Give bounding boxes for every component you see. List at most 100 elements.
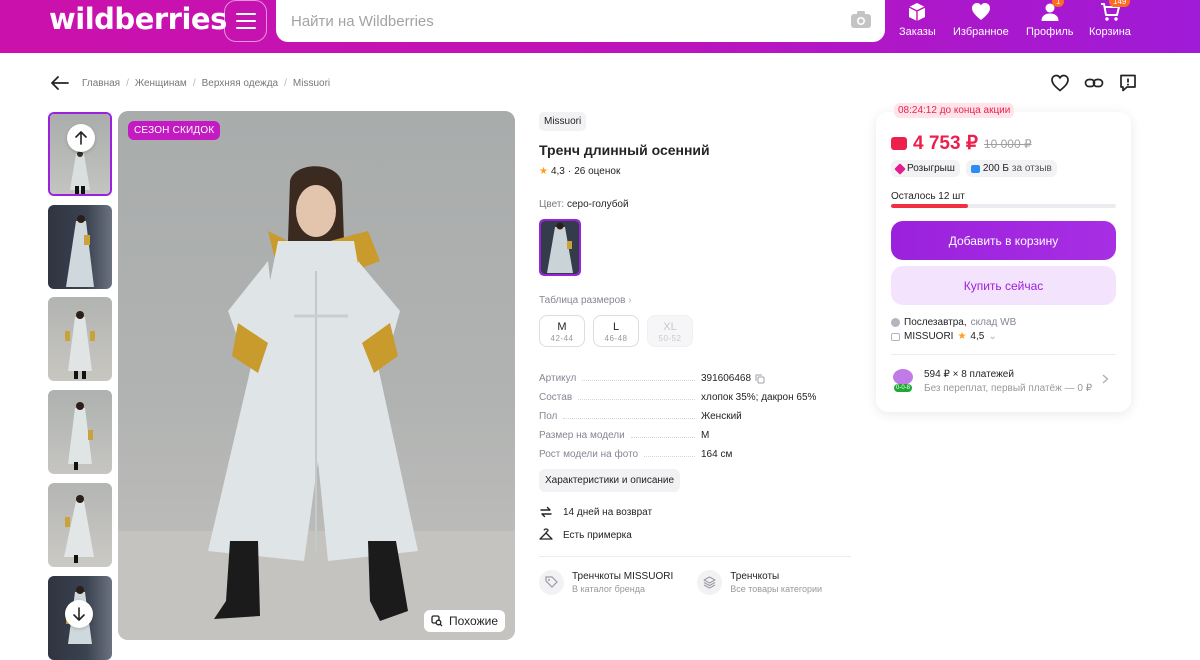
nav-profile-label: Профиль bbox=[1026, 26, 1074, 38]
nav-favorites-label: Избранное bbox=[953, 26, 1009, 38]
raffle-chip[interactable]: Розыгрыш bbox=[891, 160, 960, 177]
color-swatch[interactable] bbox=[539, 219, 581, 276]
profile-badge: 1 bbox=[1052, 0, 1065, 7]
size-selector: M 42-44 L 46-48 XL 50-52 bbox=[539, 315, 851, 347]
breadcrumb: Главная / Женщинам / Верхняя одежда / Missu… bbox=[51, 76, 330, 90]
size-option-xl: XL 50-52 bbox=[647, 315, 693, 347]
details-button[interactable]: Характеристики и описание bbox=[539, 469, 681, 492]
spec-row: Состав хлопок 35%; дакрон 65% bbox=[539, 392, 817, 403]
stock-label: Осталось 12 шт bbox=[891, 191, 965, 202]
search-bar bbox=[276, 0, 885, 42]
chevron-down-icon: ⌄ bbox=[988, 331, 997, 342]
tag-icon bbox=[545, 576, 558, 588]
breadcrumb-brand[interactable]: Missuori bbox=[293, 78, 330, 89]
raffle-icon bbox=[894, 162, 906, 175]
delivery-icon bbox=[891, 318, 900, 327]
breadcrumb-home[interactable]: Главная bbox=[82, 78, 120, 89]
specs-table: Артикул 391606468 Состав хлопок 35%; дакро… bbox=[539, 365, 851, 460]
seller-info[interactable]: MISSUORI ★ 4,5 ⌄ bbox=[891, 331, 997, 342]
chevron-right-icon bbox=[1102, 374, 1109, 384]
model-in-trench-illustration bbox=[118, 166, 515, 640]
spec-row: Пол Женский bbox=[539, 411, 742, 422]
price-row: 4 753 ₽ 10 000 ₽ bbox=[891, 132, 1032, 155]
promo-chips: Розыгрыш 200 Бза отзыв bbox=[891, 160, 1057, 177]
spec-row: Артикул 391606468 bbox=[539, 365, 851, 384]
swatch-photo bbox=[541, 221, 579, 274]
nav-cart-label: Корзина bbox=[1089, 26, 1131, 38]
spec-row: Размер на модели M bbox=[539, 430, 710, 441]
size-option-l[interactable]: L 46-48 bbox=[593, 315, 639, 347]
sale-badge: СЕЗОН СКИДОК bbox=[128, 121, 221, 140]
seller-rating: 4,5 bbox=[970, 331, 985, 342]
return-arrows-icon bbox=[540, 506, 552, 518]
similar-button[interactable]: Похожие bbox=[424, 610, 505, 632]
nav-cart[interactable]: 149 Корзина bbox=[1089, 0, 1131, 38]
logo[interactable]: wildberries bbox=[49, 2, 227, 36]
product-title: Тренч длинный осенний bbox=[539, 142, 710, 158]
size-table-link[interactable]: Таблица размеров › bbox=[539, 295, 851, 306]
color-label: Цвет: серо-голубой bbox=[539, 199, 629, 210]
search-input[interactable] bbox=[291, 10, 831, 32]
star-icon: ★ bbox=[957, 331, 967, 342]
box-icon bbox=[909, 3, 926, 21]
arrow-up-icon bbox=[75, 131, 87, 145]
thumbnail-4[interactable] bbox=[48, 390, 112, 474]
favorite-heart-icon[interactable] bbox=[1050, 73, 1070, 93]
spec-row: Рост модели на фото 164 см bbox=[539, 449, 733, 460]
stock-progress-fill bbox=[891, 204, 968, 208]
heart-icon bbox=[971, 3, 990, 20]
review-bonus-chip[interactable]: 200 Бза отзыв bbox=[965, 160, 1057, 177]
arrow-down-icon bbox=[73, 607, 85, 621]
return-policy: 14 дней на возврат bbox=[539, 505, 851, 519]
thumbnail-5[interactable] bbox=[48, 483, 112, 567]
camera-icon[interactable] bbox=[851, 11, 871, 28]
main-product-photo[interactable]: СЕЗОН СКИДОК Похожие bbox=[118, 111, 515, 640]
report-icon[interactable] bbox=[1118, 73, 1138, 93]
rating-value: 4,3 bbox=[550, 166, 565, 177]
cart-badge: 149 bbox=[1109, 0, 1131, 7]
copy-icon[interactable] bbox=[755, 374, 765, 384]
hanger-icon bbox=[539, 528, 553, 540]
thumbnail-2[interactable] bbox=[48, 205, 112, 289]
promo-timer: 08:24:12 до конца акции bbox=[894, 103, 1015, 118]
wallet-bonus-icon bbox=[970, 164, 980, 173]
header: wildberries Заказы Избранное 1 Профиль 1… bbox=[0, 0, 1200, 53]
nav-profile[interactable]: 1 Профиль bbox=[1026, 0, 1074, 38]
similar-search-icon bbox=[431, 615, 443, 627]
rating[interactable]: ★ 4,3 · 26 оценок bbox=[539, 166, 851, 177]
old-price: 10 000 ₽ bbox=[983, 136, 1032, 151]
delivery-info: Послезавтра, склад WB bbox=[891, 317, 1016, 328]
breadcrumb-outerwear[interactable]: Верхняя одежда bbox=[202, 78, 279, 89]
installment-offer[interactable]: 0-0-8 594 ₽ × 8 платежей Без переплат, п… bbox=[891, 367, 1121, 395]
buy-now-button[interactable]: Купить сейчас bbox=[891, 266, 1116, 305]
nav-orders-label: Заказы bbox=[899, 26, 936, 38]
product-info: Missuori Тренч длинный осенний ★ 4,3 · 2… bbox=[539, 111, 851, 595]
color-value: серо-голубой bbox=[566, 199, 629, 210]
size-option-m[interactable]: M 42-44 bbox=[539, 315, 585, 347]
scroll-down-button[interactable] bbox=[65, 600, 93, 628]
layers-icon bbox=[703, 576, 716, 589]
star-icon: ★ bbox=[539, 166, 548, 177]
thumbnail-1[interactable] bbox=[48, 112, 112, 196]
buy-box: 4 753 ₽ 10 000 ₽ Розыгрыш 200 Бза отзыв … bbox=[876, 112, 1131, 412]
scroll-up-button[interactable] bbox=[67, 124, 95, 152]
seller-name: MISSUORI bbox=[904, 331, 954, 342]
installment-icon: 0-0-8 bbox=[891, 367, 915, 395]
fitting-available: Есть примерка bbox=[539, 528, 851, 542]
thumbnail-6[interactable] bbox=[48, 576, 112, 660]
back-arrow-icon[interactable] bbox=[51, 76, 69, 90]
thumbnail-3[interactable] bbox=[48, 297, 112, 381]
add-to-cart-button[interactable]: Добавить в корзину bbox=[891, 221, 1116, 260]
share-link-icon[interactable] bbox=[1084, 73, 1104, 93]
brand-catalog-link[interactable]: Тренчкоты MISSUORI В каталог бренда bbox=[539, 570, 673, 595]
nav-favorites[interactable]: Избранное bbox=[953, 0, 1009, 38]
brand-link[interactable]: Missuori bbox=[539, 112, 587, 131]
product-actions bbox=[1050, 73, 1138, 93]
nav-orders[interactable]: Заказы bbox=[899, 0, 936, 38]
breadcrumb-women[interactable]: Женщинам bbox=[135, 78, 187, 89]
wallet-icon bbox=[891, 137, 907, 150]
menu-button[interactable] bbox=[224, 0, 267, 42]
shop-icon bbox=[891, 332, 900, 341]
category-link[interactable]: Тренчкоты Все товары категории bbox=[697, 570, 822, 595]
similar-label: Похожие bbox=[449, 614, 498, 628]
